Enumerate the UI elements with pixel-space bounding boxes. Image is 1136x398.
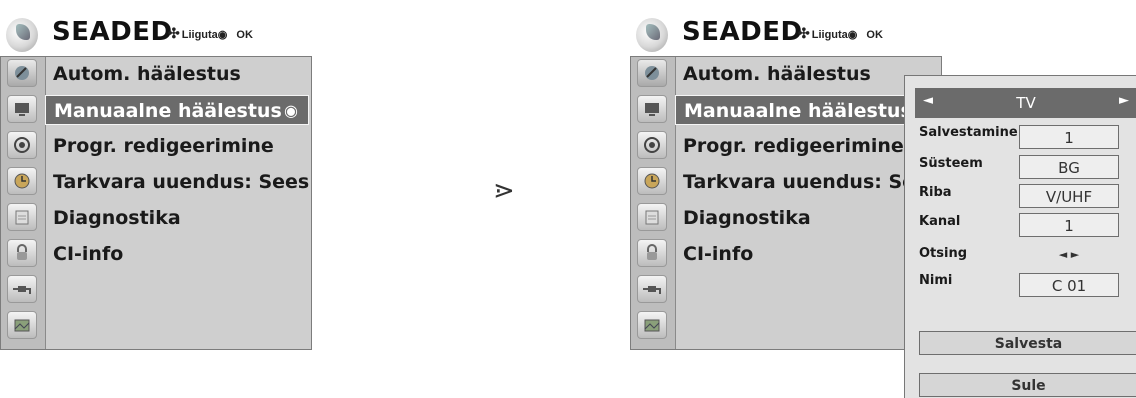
right-menu: SEADED ✣ Liiguta◉ OK Autom. häälestus Manu… bbox=[630, 10, 942, 350]
satellite-dish-icon bbox=[636, 18, 668, 52]
lock-icon[interactable] bbox=[637, 239, 667, 267]
ok-hint-label: OK bbox=[236, 29, 253, 41]
clock-icon[interactable] bbox=[637, 167, 667, 195]
tv-screen-icon[interactable] bbox=[7, 95, 37, 123]
ok-hint-label: OK bbox=[866, 29, 883, 41]
menu-item-manual-tuning[interactable]: Manuaalne häälestus bbox=[675, 95, 939, 125]
channel-field[interactable]: 1 bbox=[1019, 213, 1119, 237]
name-field[interactable]: C 01 bbox=[1019, 273, 1119, 297]
cable-plug-icon[interactable] bbox=[637, 275, 667, 303]
calendar-icon[interactable] bbox=[637, 203, 667, 231]
category-sidebar bbox=[1, 57, 46, 349]
storage-field[interactable]: 1 bbox=[1019, 125, 1119, 149]
menu-header: SEADED ✣ Liiguta◉ OK bbox=[0, 10, 312, 56]
menu-item-manual-tuning[interactable]: Manuaalne häälestus ◉ bbox=[45, 95, 309, 125]
menu-item-label: Diagnostika bbox=[53, 207, 181, 229]
source-value: TV bbox=[1016, 94, 1036, 112]
name-label: Nimi bbox=[919, 273, 953, 288]
channel-label: Kanal bbox=[919, 214, 961, 229]
menu-item-label: CI-info bbox=[683, 243, 754, 265]
close-button[interactable]: Sule bbox=[919, 373, 1136, 397]
photo-icon[interactable] bbox=[637, 311, 667, 339]
save-button[interactable]: Salvesta bbox=[919, 331, 1136, 355]
menu-item-program-edit[interactable]: Progr. redigeerimine bbox=[675, 131, 939, 161]
menu-header: SEADED ✣ Liiguta◉ OK bbox=[630, 10, 942, 56]
four-way-arrow-icon: ✣ bbox=[168, 25, 180, 41]
menu-item-label: Progr. redigeerimine bbox=[683, 135, 904, 157]
navigation-hint: ✣ Liiguta◉ OK bbox=[168, 25, 253, 42]
menu-item-label: Manuaalne häälestus bbox=[684, 100, 912, 122]
arrow-right-icon[interactable]: ► bbox=[1119, 93, 1129, 108]
menu-item-ci-info[interactable]: CI-info bbox=[45, 239, 309, 269]
ok-circle-icon: ◉ bbox=[847, 29, 858, 41]
satellite-dish-icon[interactable] bbox=[637, 59, 667, 87]
menu-item-diagnostics[interactable]: Diagnostika bbox=[45, 203, 309, 233]
menu-item-software-update[interactable]: Tarkvara uuendus: Sees bbox=[675, 167, 939, 197]
menu-item-label: Autom. häälestus bbox=[683, 63, 871, 85]
menu-item-software-update[interactable]: Tarkvara uuendus: Sees bbox=[45, 167, 309, 197]
system-field[interactable]: BG bbox=[1019, 155, 1119, 179]
clock-icon[interactable] bbox=[7, 167, 37, 195]
left-menu: SEADED ✣ Liiguta◉ OK Autom. häälestus Manu… bbox=[0, 10, 312, 350]
navigation-hint: ✣ Liiguta◉ OK bbox=[798, 25, 883, 42]
source-selector[interactable]: ◄ TV ► bbox=[915, 88, 1136, 118]
menu-body: Autom. häälestus Manuaalne häälestus ◉ Pr… bbox=[0, 56, 312, 350]
menu-body: Autom. häälestus Manuaalne häälestus Pro… bbox=[630, 56, 942, 350]
satellite-dish-icon[interactable] bbox=[7, 59, 37, 87]
menu-title: SEADED bbox=[682, 17, 803, 47]
next-step-arrow: ⋗ bbox=[493, 176, 515, 206]
cable-plug-icon[interactable] bbox=[7, 275, 37, 303]
band-field[interactable]: V/UHF bbox=[1019, 184, 1119, 208]
band-label: Riba bbox=[919, 185, 952, 200]
menu-item-auto-tuning[interactable]: Autom. häälestus bbox=[675, 59, 939, 89]
menu-item-label: Tarkvara uuendus: Sees bbox=[53, 171, 309, 193]
menu-item-label: Diagnostika bbox=[683, 207, 811, 229]
menu-item-label: Autom. häälestus bbox=[53, 63, 241, 85]
speaker-icon[interactable] bbox=[7, 131, 37, 159]
menu-title: SEADED bbox=[52, 17, 173, 47]
storage-label: Salvestamine bbox=[919, 125, 1018, 140]
satellite-dish-icon bbox=[6, 18, 38, 52]
search-arrows[interactable]: ◄ ► bbox=[1019, 248, 1119, 261]
ok-circle-icon: ◉ bbox=[217, 29, 228, 41]
move-hint-label: Liiguta bbox=[811, 29, 848, 41]
search-label: Otsing bbox=[919, 246, 968, 261]
menu-item-program-edit[interactable]: Progr. redigeerimine bbox=[45, 131, 309, 161]
menu-item-ci-info[interactable]: CI-info bbox=[675, 239, 939, 269]
tv-screen-icon[interactable] bbox=[637, 95, 667, 123]
four-way-arrow-icon: ✣ bbox=[798, 25, 810, 41]
category-sidebar bbox=[631, 57, 676, 349]
menu-item-label: Manuaalne häälestus bbox=[54, 100, 282, 122]
manual-tuning-popup: ◄ TV ► Salvestamine 1 Süsteem BG Riba V/… bbox=[904, 75, 1136, 398]
lock-icon[interactable] bbox=[7, 239, 37, 267]
menu-item-diagnostics[interactable]: Diagnostika bbox=[675, 203, 939, 233]
menu-item-label: Progr. redigeerimine bbox=[53, 135, 274, 157]
move-hint-label: Liiguta bbox=[181, 29, 218, 41]
menu-item-auto-tuning[interactable]: Autom. häälestus bbox=[45, 59, 309, 89]
menu-item-label: CI-info bbox=[53, 243, 124, 265]
calendar-icon[interactable] bbox=[7, 203, 37, 231]
system-label: Süsteem bbox=[919, 156, 983, 171]
menu-item-label: Tarkvara uuendus: Sees bbox=[683, 171, 939, 193]
target-icon: ◉ bbox=[284, 101, 298, 120]
speaker-icon[interactable] bbox=[637, 131, 667, 159]
photo-icon[interactable] bbox=[7, 311, 37, 339]
